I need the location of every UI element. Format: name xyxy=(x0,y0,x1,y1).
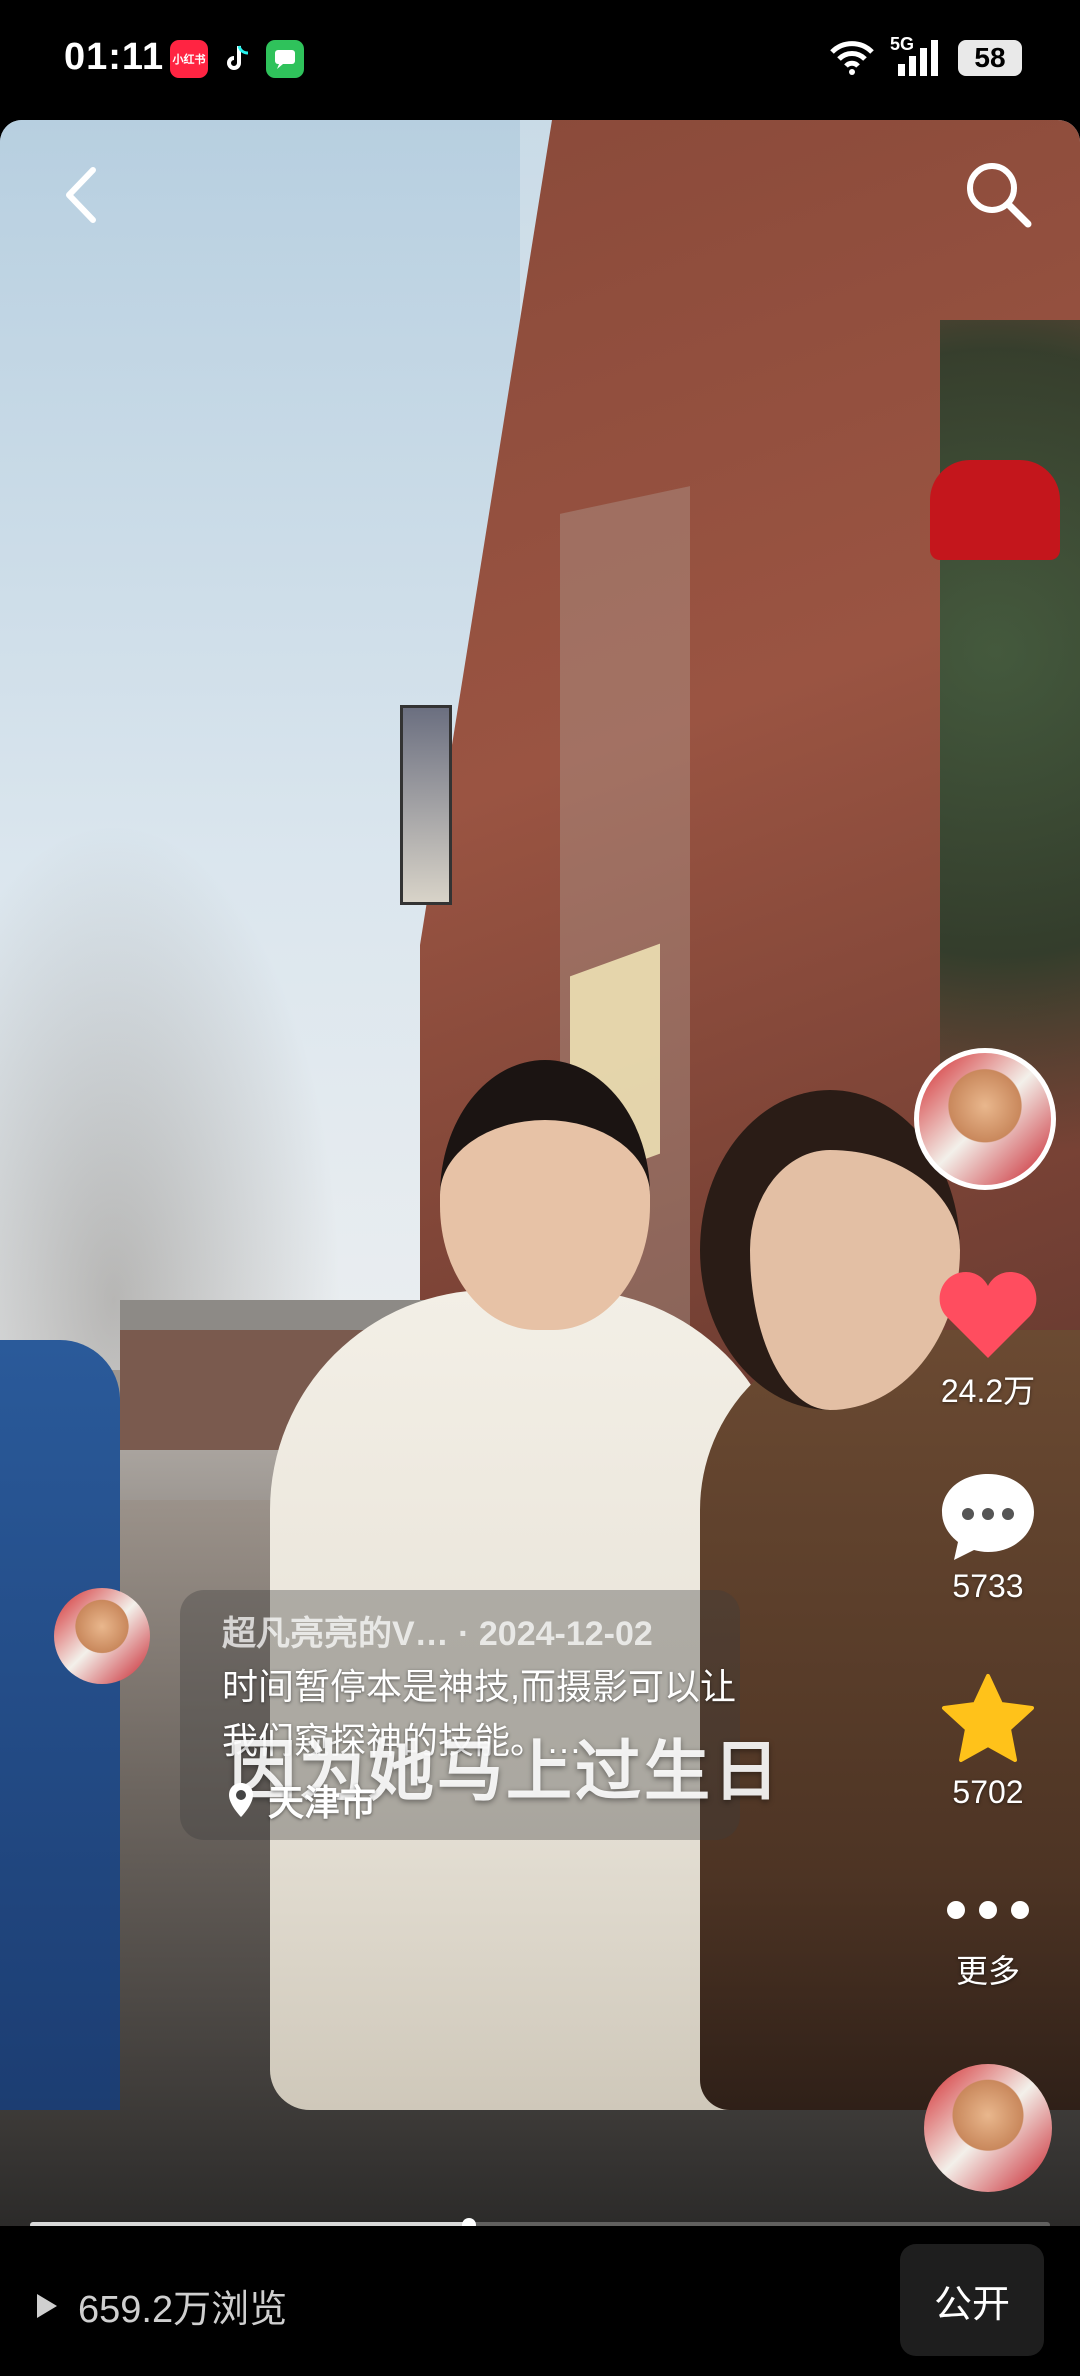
tiktok-icon xyxy=(218,40,256,78)
comment-count: 5733 xyxy=(952,1568,1024,1604)
view-count: 659.2万浏览 xyxy=(34,2278,287,2333)
status-bar: 01:11 小红书 5G 58 xyxy=(0,0,1080,120)
video-person-left xyxy=(0,1340,120,2110)
star-icon xyxy=(942,1674,1034,1762)
video-wreath xyxy=(940,320,1080,1150)
heart-icon xyxy=(939,1272,1037,1358)
comment-icon xyxy=(942,1474,1034,1560)
view-count-text: 659.2万浏览 xyxy=(78,2289,288,2331)
like-count: 24.2万 xyxy=(940,1373,1036,1409)
bottom-bar: 659.2万浏览 公开 xyxy=(0,2226,1080,2376)
comment-button[interactable]: 5733 xyxy=(918,1470,1058,1605)
more-dots-icon xyxy=(947,1880,1029,1940)
battery-indicator: 58 xyxy=(958,40,1022,76)
status-time: 01:11 xyxy=(64,36,165,78)
location-text: 天津市 xyxy=(268,1782,377,1823)
creator-avatar[interactable] xyxy=(54,1588,150,1684)
video-bow xyxy=(930,460,1060,560)
cellular-signal-icon: 5G xyxy=(890,34,944,78)
location-pin-icon xyxy=(229,1783,253,1817)
search-button[interactable] xyxy=(960,156,1036,232)
music-disc-avatar[interactable] xyxy=(924,2064,1052,2192)
chevron-left-icon xyxy=(66,167,96,223)
wifi-icon xyxy=(830,41,874,75)
play-icon xyxy=(37,2293,57,2318)
video-banner xyxy=(400,705,452,905)
status-indicators: 5G 58 xyxy=(828,34,1022,78)
post-location[interactable]: 天津市 xyxy=(226,1774,376,1826)
author-avatar[interactable] xyxy=(914,1048,1056,1190)
back-button[interactable] xyxy=(56,160,106,230)
video-person-center-head xyxy=(440,1060,650,1330)
xiaohongshu-icon: 小红书 xyxy=(170,40,208,78)
search-icon xyxy=(967,163,1032,228)
public-visibility-button[interactable]: 公开 xyxy=(900,2244,1044,2356)
messages-icon xyxy=(266,40,304,78)
favorite-count: 5702 xyxy=(952,1774,1024,1810)
more-button[interactable]: 更多 xyxy=(918,1880,1058,1992)
post-meta[interactable]: 超凡亮亮的V… · 2024-12-02 xyxy=(222,1606,653,1655)
like-button[interactable]: 24.2万 xyxy=(918,1268,1058,1412)
more-label: 更多 xyxy=(955,1953,1020,1989)
favorite-button[interactable]: 5702 xyxy=(918,1672,1058,1811)
